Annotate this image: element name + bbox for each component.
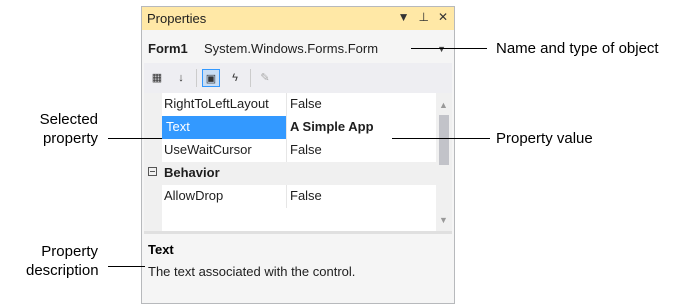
description-text: The text associated with the control.: [148, 264, 356, 279]
property-value[interactable]: False: [290, 188, 322, 203]
property-row[interactable]: AllowDrop False: [144, 185, 436, 208]
vertical-scrollbar[interactable]: ▲ ▼: [436, 93, 452, 231]
property-name: RightToLeftLayout: [164, 96, 269, 111]
scroll-down-icon[interactable]: ▼: [439, 215, 448, 225]
property-row[interactable]: RightToLeftLayout False: [144, 93, 436, 116]
property-name: AllowDrop: [164, 188, 224, 203]
dropdown-arrow-icon[interactable]: ▼: [437, 44, 446, 54]
alphabetical-icon[interactable]: ↓: [172, 69, 190, 87]
pin-icon[interactable]: ⊥: [418, 10, 428, 24]
callout-name-type: Name and type of object: [496, 40, 659, 57]
scroll-thumb[interactable]: [439, 115, 449, 165]
callout-line: [392, 138, 490, 139]
category-row[interactable]: Behavior: [144, 162, 436, 185]
property-value[interactable]: False: [290, 96, 322, 111]
properties-panel: Properties ▼ ⊥ ✕ Form1 System.Windows.Fo…: [141, 6, 455, 304]
callout-property-value: Property value: [496, 130, 593, 147]
scroll-up-icon[interactable]: ▲: [439, 100, 448, 110]
property-pages-icon[interactable]: ✎: [256, 69, 274, 87]
categorized-icon[interactable]: ▦: [148, 69, 166, 87]
property-grid: RightToLeftLayout False Text A Simple Ap…: [144, 93, 436, 231]
toolbar-separator: [250, 69, 251, 87]
properties-toolbar: ▦ ↓ ▣ ϟ ✎: [144, 63, 452, 93]
property-value[interactable]: A Simple App: [290, 119, 374, 134]
property-value[interactable]: False: [290, 142, 322, 157]
callout-line: [411, 48, 487, 49]
object-name: Form1: [148, 41, 188, 56]
toolbar-separator: [196, 69, 197, 87]
category-name: Behavior: [164, 165, 220, 180]
close-icon[interactable]: ✕: [438, 10, 448, 24]
title-bar: Properties ▼ ⊥ ✕: [142, 7, 454, 30]
description-pane: Text The text associated with the contro…: [144, 231, 452, 301]
description-heading: Text: [148, 242, 174, 257]
chevron-down-icon[interactable]: ▼: [398, 10, 410, 24]
property-name: UseWaitCursor: [164, 142, 252, 157]
callout-line: [108, 138, 162, 139]
properties-icon[interactable]: ▣: [202, 69, 220, 87]
panel-title: Properties: [147, 11, 207, 26]
collapse-icon[interactable]: [148, 167, 157, 176]
selected-property-row[interactable]: Text A Simple App: [144, 116, 436, 139]
callout-property-description: Property description: [26, 243, 99, 279]
callout-line: [108, 266, 145, 267]
property-row[interactable]: UseWaitCursor False: [144, 139, 436, 162]
object-type: System.Windows.Forms.Form: [204, 41, 379, 56]
property-name: Text: [162, 116, 286, 139]
callout-selected-property: Selected property: [39, 111, 98, 147]
events-icon[interactable]: ϟ: [226, 69, 244, 87]
object-selector[interactable]: Form1 System.Windows.Forms.Form ▼: [144, 36, 452, 60]
